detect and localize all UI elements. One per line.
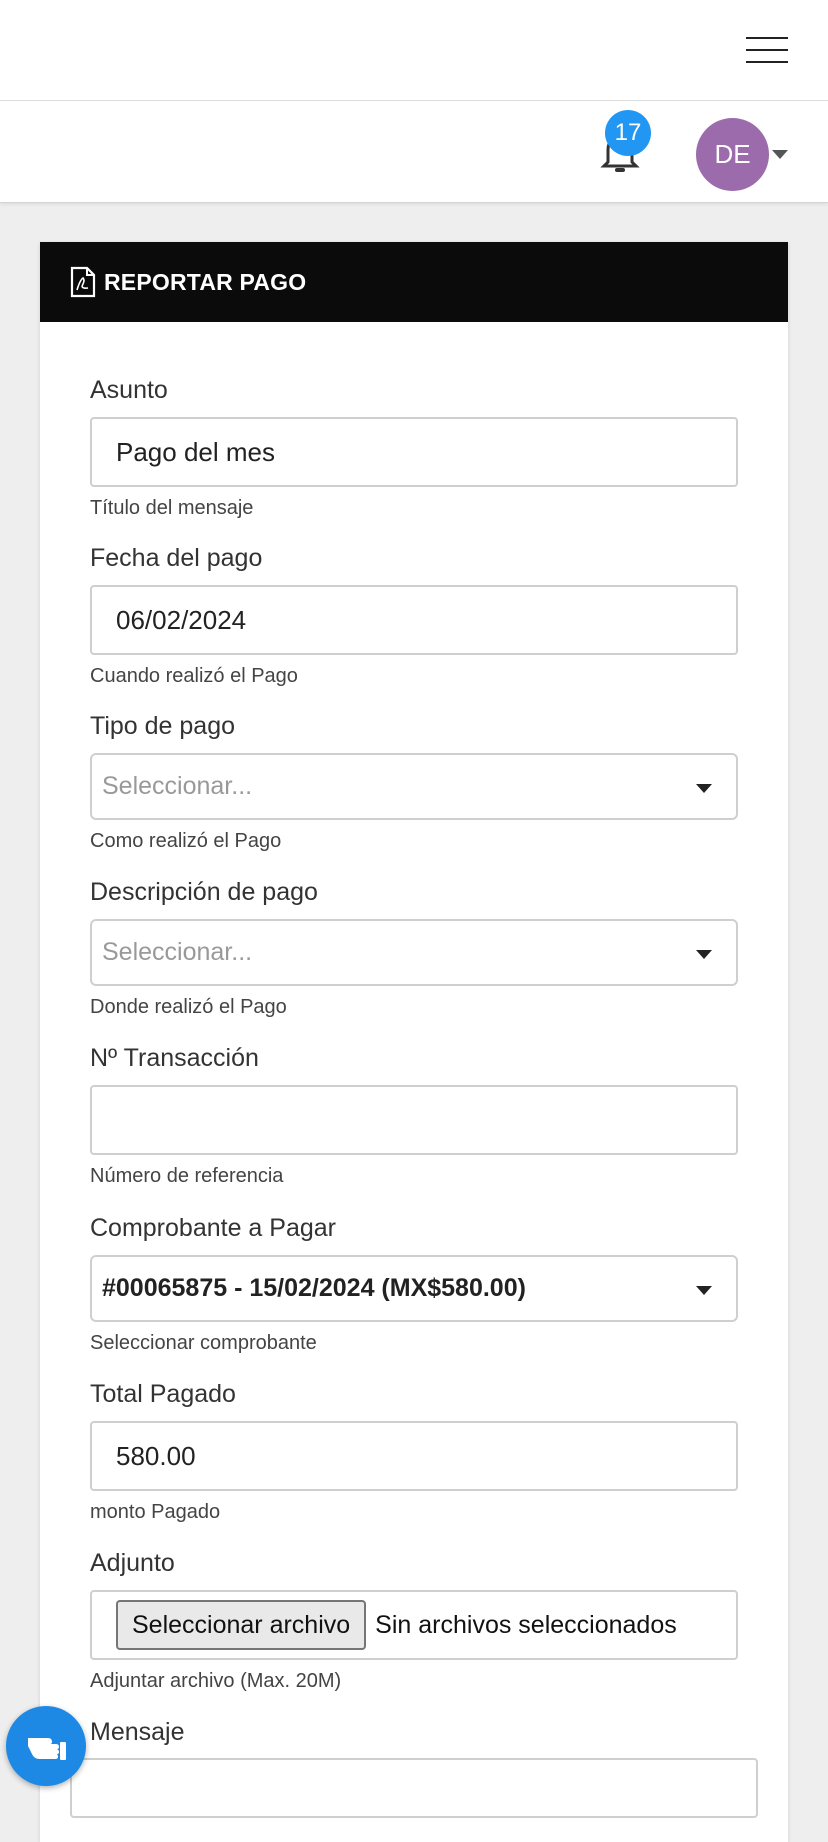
choose-file-button[interactable]: Seleccionar archivo	[116, 1600, 367, 1650]
total-input[interactable]: 580.00	[90, 1421, 738, 1491]
tipo-label: Tipo de pago	[90, 712, 236, 740]
user-menu-caret-icon[interactable]	[772, 150, 788, 159]
transaccion-input[interactable]	[90, 1085, 738, 1155]
transaccion-help: Número de referencia	[90, 1165, 284, 1187]
tipo-select[interactable]: Seleccionar...	[90, 753, 738, 820]
adjunto-field-group: Adjunto Seleccionar archivo Sin archivos…	[90, 1549, 738, 1693]
adjunto-label: Adjunto	[90, 1549, 175, 1577]
floating-action-button[interactable]	[6, 1706, 86, 1786]
file-pdf-icon	[70, 266, 96, 298]
transaccion-label: Nº Transacción	[90, 1044, 259, 1072]
comprobante-field-group: Comprobante a Pagar #00065875 - 15/02/20…	[90, 1214, 738, 1355]
asunto-field-group: Asunto Pago del mes Título del mensaje	[90, 376, 738, 520]
mensaje-textarea[interactable]	[70, 1758, 758, 1818]
descripcion-field-group: Descripción de pago Seleccionar... Donde…	[90, 878, 738, 1019]
comprobante-help: Seleccionar comprobante	[90, 1332, 317, 1354]
asunto-label: Asunto	[90, 376, 168, 404]
chevron-down-icon	[696, 950, 712, 959]
fecha-help: Cuando realizó el Pago	[90, 665, 298, 687]
card-title: REPORTAR PAGO	[104, 268, 307, 295]
fecha-field-group: Fecha del pago 06/02/2024 Cuando realizó…	[90, 544, 738, 688]
descripcion-select-placeholder: Seleccionar...	[102, 938, 253, 966]
top-navbar	[0, 0, 828, 101]
chevron-down-icon	[696, 784, 712, 793]
file-status-text: Sin archivos seleccionados	[375, 1610, 677, 1639]
card-header: REPORTAR PAGO	[40, 242, 788, 322]
file-input[interactable]: Seleccionar archivo Sin archivos selecci…	[90, 1590, 738, 1660]
fecha-input[interactable]: 06/02/2024	[90, 585, 738, 655]
notification-count-badge[interactable]: 17	[605, 110, 651, 156]
tipo-select-placeholder: Seleccionar...	[102, 772, 253, 800]
asunto-input[interactable]: Pago del mes	[90, 417, 738, 487]
comprobante-select[interactable]: #00065875 - 15/02/2024 (MX$580.00)	[90, 1255, 738, 1322]
fecha-label: Fecha del pago	[90, 544, 263, 572]
transaccion-field-group: Nº Transacción Número de referencia	[90, 1044, 738, 1188]
descripcion-help: Donde realizó el Pago	[90, 996, 287, 1018]
pointing-hand-icon	[28, 1738, 66, 1760]
total-label: Total Pagado	[90, 1380, 236, 1408]
total-help: monto Pagado	[90, 1501, 221, 1523]
total-field-group: Total Pagado 580.00 monto Pagado	[90, 1380, 738, 1524]
chevron-down-icon	[696, 1286, 712, 1295]
asunto-help: Título del mensaje	[90, 497, 254, 519]
mensaje-label: Mensaje	[90, 1718, 185, 1746]
user-avatar[interactable]: DE	[696, 118, 769, 191]
adjunto-help: Adjuntar archivo (Max. 20M)	[90, 1670, 342, 1692]
report-payment-card: REPORTAR PAGO Asunto Pago del mes Título…	[40, 242, 788, 1842]
descripcion-select[interactable]: Seleccionar...	[90, 919, 738, 986]
descripcion-label: Descripción de pago	[90, 878, 318, 906]
tipo-help: Como realizó el Pago	[90, 830, 282, 852]
hamburger-menu-icon[interactable]	[746, 37, 788, 63]
comprobante-select-value: #00065875 - 15/02/2024 (MX$580.00)	[102, 1274, 526, 1302]
tipo-field-group: Tipo de pago Seleccionar... Como realizó…	[90, 712, 738, 853]
mensaje-field-group: Mensaje	[90, 1718, 738, 1759]
comprobante-label: Comprobante a Pagar	[90, 1214, 336, 1242]
